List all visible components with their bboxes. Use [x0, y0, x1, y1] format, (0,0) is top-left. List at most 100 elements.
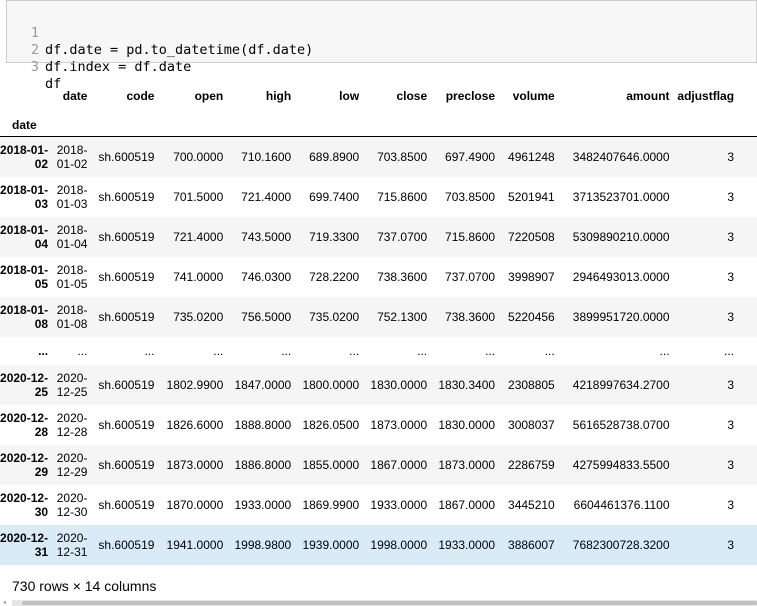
- table-cell: 3: [727, 497, 735, 512]
- scrollbar-thumb[interactable]: [22, 601, 757, 605]
- table-row: 2018-01-03 2018-01-03 sh.600519 701.5000 721…: [0, 177, 757, 217]
- row-index: 2020-12-25: [0, 370, 49, 399]
- cutoff-cell: [739, 405, 757, 445]
- table-cell: ...: [213, 343, 224, 358]
- column-header: close: [396, 89, 428, 103]
- table-cell: 1867.0000: [370, 457, 428, 472]
- table-cell: 756.5000: [241, 309, 292, 324]
- table-cell: 7682300728.3200: [572, 537, 670, 552]
- column-header-row: date code open high low close preclose volume am…: [0, 78, 757, 114]
- cutoff-cell: [739, 525, 757, 565]
- row-index: 2020-12-31: [0, 530, 49, 559]
- index-name-row: date: [0, 114, 757, 137]
- table-cell: 3: [727, 457, 735, 472]
- table-cell: sh.600519: [98, 457, 155, 472]
- cutoff-cell: [739, 217, 757, 257]
- table-cell: 2946493013.0000: [572, 269, 670, 284]
- table-cell: 3998907: [508, 269, 555, 284]
- code-line: 1 df.date = pd.to_datetime(df.date): [7, 8, 313, 58]
- cutoff-cell: [739, 365, 757, 405]
- table-cell: 4961248: [508, 149, 555, 164]
- ellipsis-row: .................................: [0, 337, 757, 365]
- table-cell: 3445210: [508, 497, 555, 512]
- cutoff-cell: [739, 137, 757, 177]
- table-cell: 5220456: [508, 309, 555, 324]
- code-cell-input[interactable]: 1 df.date = pd.to_datetime(df.date) 2 df…: [6, 0, 757, 92]
- cutoff-cell: [739, 485, 757, 525]
- table-cell: 5616528738.0700: [572, 417, 670, 432]
- table-cell: 1855.0000: [302, 457, 360, 472]
- table-cell: 735.0200: [309, 309, 360, 324]
- table-cell: 3: [727, 189, 735, 204]
- table-cell: 715.8600: [445, 229, 496, 244]
- table-cell: 2020-12-31: [56, 530, 88, 559]
- table-cell: ...: [485, 343, 496, 358]
- table-cell: ...: [281, 343, 292, 358]
- table-cell: 5201941: [508, 189, 555, 204]
- table-cell: 689.8900: [309, 149, 360, 164]
- column-header: low: [339, 89, 360, 103]
- row-index: 2018-01-03: [0, 182, 49, 211]
- table-row: 2018-01-04 2018-01-04 sh.600519 721.4000 743…: [0, 216, 757, 257]
- table-cell: 2018-01-05: [56, 262, 88, 291]
- index-name: date: [0, 114, 54, 137]
- table-cell: 3008037: [508, 417, 555, 432]
- table-row: 2020-12-30 2020-12-30 sh.600519 1870.0000 19…: [0, 485, 757, 525]
- code-line: 2 df.index = df.date: [7, 25, 191, 75]
- table-row: 2020-12-28 2020-12-28 sh.600519 1826.6000 18…: [0, 405, 757, 445]
- scroll-left-arrow-icon[interactable]: ◂: [3, 600, 9, 606]
- table-cell: 703.8500: [377, 149, 428, 164]
- table-cell: 3: [727, 377, 735, 392]
- table-cell: 1941.0000: [166, 537, 224, 552]
- table-cell: ...: [349, 343, 360, 358]
- table-cell: 1873.0000: [166, 457, 224, 472]
- table-cell: 3: [727, 309, 735, 324]
- table-row: 2018-01-02 2018-01-02 sh.600519 700.0000 710…: [0, 136, 757, 177]
- table-cell: ...: [144, 343, 155, 358]
- table-cell: 1826.0500: [302, 417, 360, 432]
- table-row: 2018-01-05 2018-01-05 sh.600519 741.0000 746…: [0, 257, 757, 297]
- table-row: 2018-01-08 2018-01-08 sh.600519 735.0200 756…: [0, 296, 757, 337]
- column-header: open: [194, 89, 224, 103]
- table-cell: 7220508: [508, 229, 555, 244]
- table-cell: 3: [727, 269, 735, 284]
- table-cell: 721.4000: [241, 189, 292, 204]
- table-cell: 741.0000: [173, 269, 224, 284]
- table-cell: 715.8600: [377, 189, 428, 204]
- table-cell: 737.0700: [377, 229, 428, 244]
- table-cell: 1888.8000: [234, 417, 292, 432]
- column-header: amount: [626, 89, 670, 103]
- table-cell: 1873.0000: [370, 417, 428, 432]
- table-cell: ...: [417, 343, 428, 358]
- table-cell: sh.600519: [98, 189, 155, 204]
- horizontal-scrollbar[interactable]: [12, 600, 757, 606]
- table-cell: 4275994833.5500: [572, 457, 670, 472]
- table-cell: 2020-12-30: [56, 490, 88, 519]
- table-cell: 1933.0000: [370, 497, 428, 512]
- code-text: df.date = pd.to_datetime(df.date): [45, 42, 314, 58]
- table-cell: 1873.0000: [438, 457, 496, 472]
- cutoff-cell: [739, 257, 757, 297]
- table-cell: 743.5000: [241, 229, 292, 244]
- table-cell: 699.7400: [309, 189, 360, 204]
- column-header: volume: [512, 89, 555, 103]
- table-cell: 1867.0000: [438, 497, 496, 512]
- table-cell: 752.1300: [377, 309, 428, 324]
- table-cell: 4218997634.2700: [572, 377, 670, 392]
- table-cell: 2018-01-04: [56, 222, 88, 251]
- table-cell: sh.600519: [98, 497, 155, 512]
- row-index: 2020-12-28: [0, 410, 49, 439]
- row-index: 2018-01-08: [0, 302, 49, 331]
- table-row: 2020-12-29 2020-12-29 sh.600519 1873.0000 18…: [0, 444, 757, 485]
- table-cell: 3482407646.0000: [572, 149, 670, 164]
- table-cell: 3713523701.0000: [572, 189, 670, 204]
- table-cell: ...: [544, 343, 555, 358]
- table-cell: 3899951720.0000: [572, 309, 670, 324]
- table-cell: ...: [724, 343, 735, 358]
- table-cell: 1933.0000: [234, 497, 292, 512]
- column-header-cutoff: [739, 78, 757, 114]
- table-shape-summary: 730 rows × 14 columns: [12, 578, 157, 594]
- table-cell: sh.600519: [98, 377, 155, 392]
- table-cell: sh.600519: [98, 269, 155, 284]
- table-cell: 1830.0000: [438, 417, 496, 432]
